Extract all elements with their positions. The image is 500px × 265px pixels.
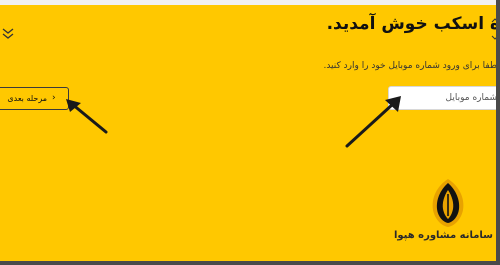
pen-nib-icon [432,179,464,227]
arrow-annotation-left [66,99,108,134]
page-subtitle: لطفا برای ورود شماره موبایل خود را وارد … [323,61,500,71]
mobile-number-input[interactable] [388,86,500,110]
logo-text: سامانه مشاوره هپوا [393,230,493,241]
next-step-label: مرحله بعدی [7,94,48,103]
chevron-left-icon: ‹ [52,93,56,103]
consulting-logo: سامانه مشاوره هپوا [393,178,493,260]
double-chevron-down-icon[interactable] [2,27,14,41]
page-title: ه اسکب خوش آمدید. [326,14,500,34]
arrow-annotation-right [345,96,401,148]
top-strip [0,0,500,5]
frame-bottom-edge [0,261,500,265]
page-frame: ه اسکب خوش آمدید. لطفا برای ورود شماره م… [0,0,500,265]
next-step-button[interactable]: ‹ مرحله بعدی [0,87,69,110]
frame-right-edge [496,0,500,265]
